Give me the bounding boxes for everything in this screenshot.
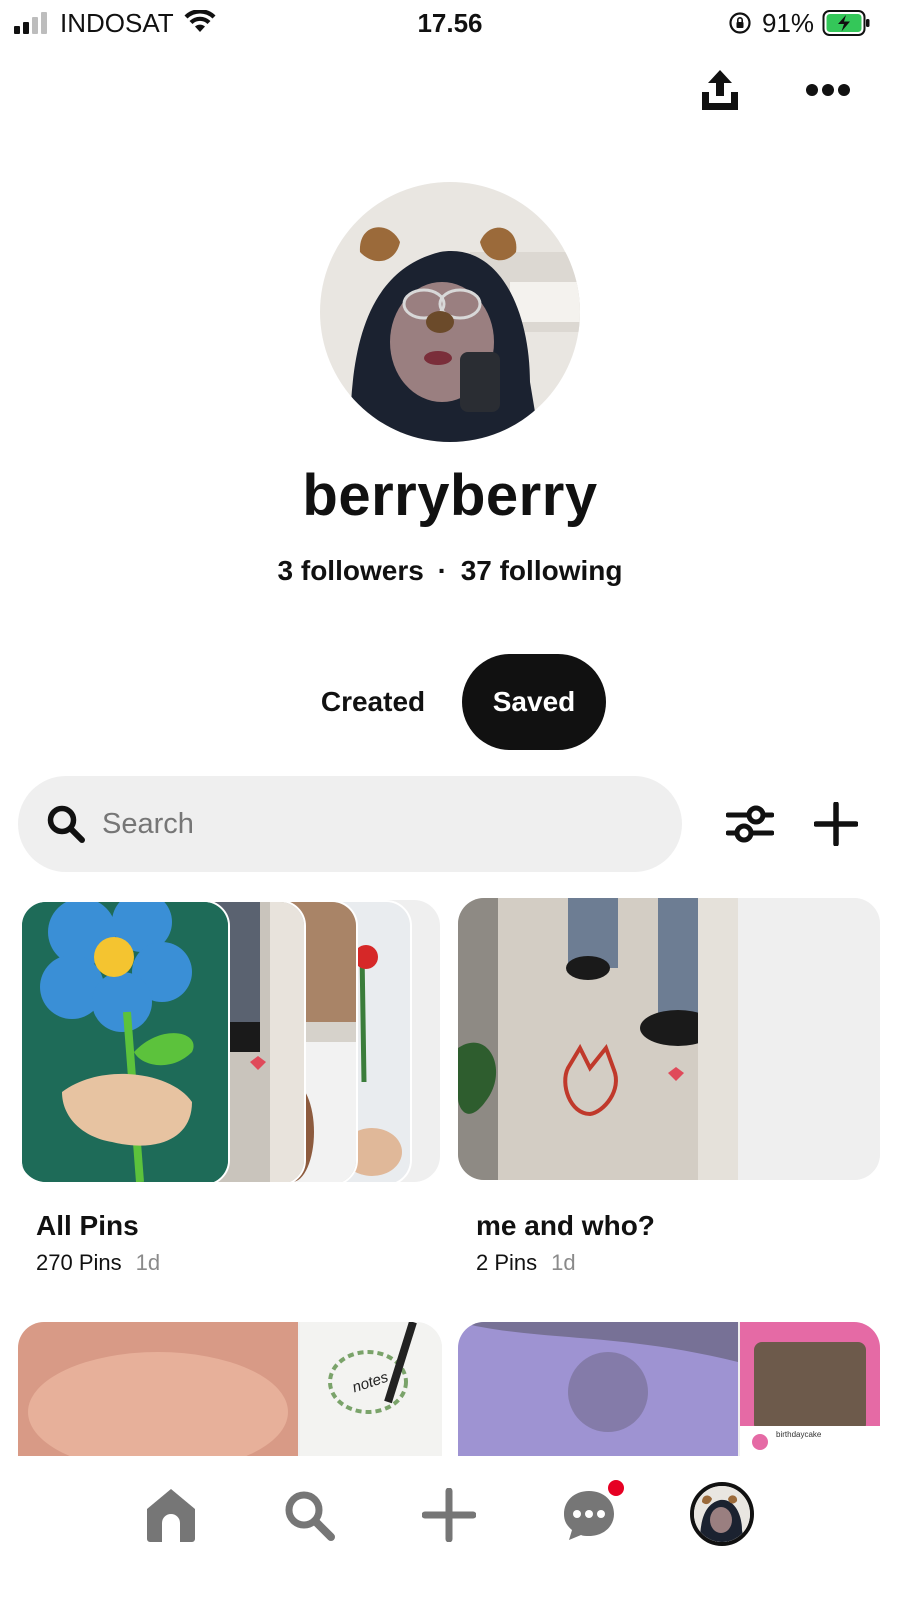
add-icon [814,802,858,846]
profile-name: berryberry [302,463,598,528]
filter-button[interactable] [722,796,778,852]
search-icon [285,1491,335,1541]
profile-avatar [694,1486,750,1542]
more-icon [806,84,850,96]
add-board-button[interactable] [808,796,864,852]
share-button[interactable] [692,62,748,118]
search-bar[interactable] [18,776,682,872]
pin-preview-flower-drawing [20,900,230,1182]
battery-percent: 91% [762,8,815,38]
followers-count[interactable]: 3 followers [278,555,424,586]
board-meta: 2 Pins 1d [476,1250,576,1276]
following-count[interactable]: 37 following [461,555,623,586]
board-card-row2-left[interactable]: notes [18,1322,442,1456]
tab-created[interactable]: Created [298,654,448,750]
nav-messages[interactable] [554,1480,624,1550]
bottom-navigation [0,1456,900,1600]
nav-home[interactable] [136,1480,206,1550]
rotation-lock-icon [729,12,751,34]
notification-badge [608,1480,624,1496]
board-age: 1d [551,1250,576,1275]
pin-count: 2 Pins [476,1250,538,1275]
nav-profile[interactable] [690,1482,754,1546]
profile-avatar[interactable] [320,182,580,442]
nav-create[interactable] [414,1480,484,1550]
board-card-all-pins[interactable]: All Pins 270 Pins 1d [20,900,440,1275]
board-card-row2-right[interactable]: birthdaycake [458,1322,880,1456]
stats-separator: · [437,555,447,586]
tab-saved[interactable]: Saved [462,654,606,750]
board-meta: 270 Pins 1d [36,1250,160,1276]
pin-count: 270 Pins [36,1250,122,1275]
follow-stats: 3 followers · 37 following [0,555,900,587]
battery-icon [822,10,870,36]
share-icon [702,70,738,110]
home-icon [147,1489,195,1542]
board-card-me-and-who[interactable]: me and who? 2 Pins 1d [458,898,880,1275]
nav-search[interactable] [274,1480,344,1550]
plus-icon [422,1488,476,1542]
pin-preview-sneakers-cat [458,898,738,1180]
messages-icon [564,1491,614,1540]
board-age: 1d [135,1250,161,1275]
board-cover [20,900,440,1182]
board-cover [458,898,880,1180]
board-cover-empty-slot-1 [740,898,880,1037]
more-options-button[interactable] [800,62,856,118]
board-title: All Pins [36,1210,139,1241]
search-icon [47,805,85,843]
board-cover-empty-slot-2 [740,1039,880,1180]
board-cover [18,1322,442,1456]
search-input[interactable] [100,806,624,842]
board-title: me and who? [476,1210,655,1241]
filter-icon [726,805,774,843]
preview-caption: birthdaycake [776,1430,822,1439]
avatar-photo [320,182,580,442]
status-bar: INDOSAT 17.56 91% [0,0,900,46]
